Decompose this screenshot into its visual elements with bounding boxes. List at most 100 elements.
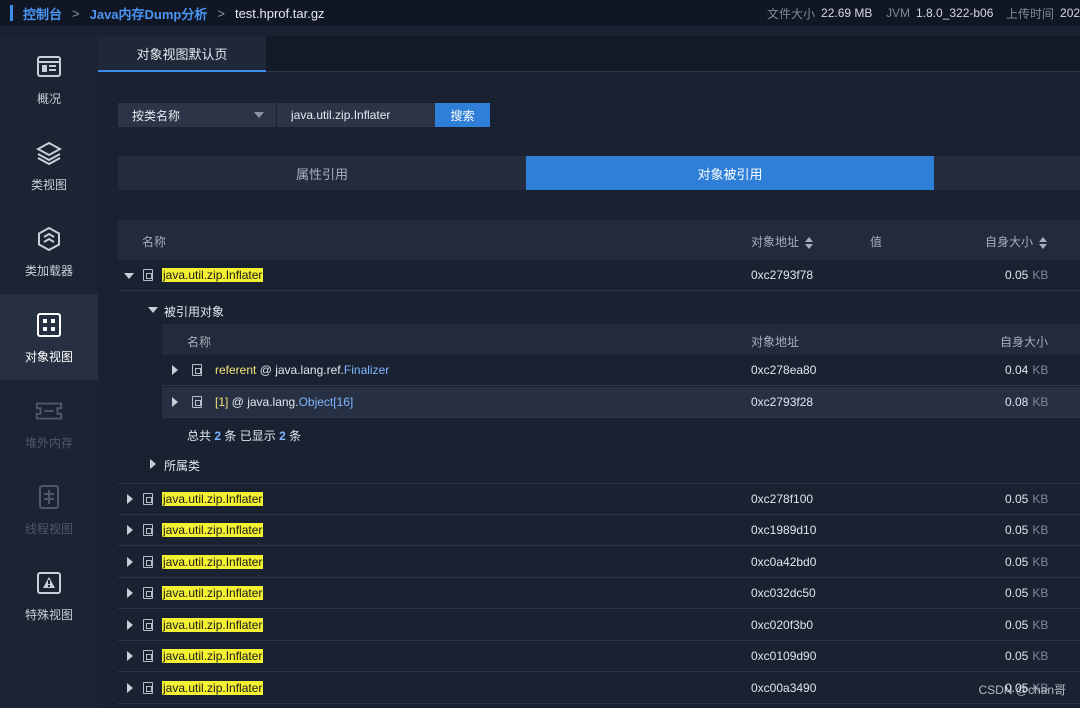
object-address: 0xc00a3490 [751,681,817,695]
object-address: 0xc020f3b0 [751,618,814,632]
size-unit: KB [1032,586,1049,600]
table-row[interactable]: java.util.zip.Inflater 0xc1989d10 0.05 KB [118,515,1080,546]
class-section-label[interactable]: 所属类 [164,457,200,474]
object-size-value: 0.05 [1005,523,1029,537]
size-unit: KB [1032,492,1049,506]
search-button[interactable]: 搜索 [435,103,490,127]
sort-icon[interactable] [805,236,814,249]
object-size: 0.05 KB [1005,618,1048,632]
expand-arrow-icon[interactable] [172,365,178,375]
reference-mode-switch: 属性引用 对象被引用 [118,156,1080,190]
summary-mid: 条 已显示 [224,429,276,443]
referrers-section-label[interactable]: 被引用对象 [164,303,224,320]
object-icon [143,556,153,568]
referrer-row[interactable]: referent @ java.lang.ref.Finalizer 0xc27… [162,355,1080,386]
sort-icon[interactable] [1039,236,1048,249]
tab-outgoing-references[interactable]: 属性引用 [118,156,526,190]
object-size-value: 0.05 [1005,268,1029,282]
object-class-name[interactable]: java.util.zip.Inflater [162,268,264,282]
expand-arrow-icon[interactable] [127,494,133,504]
referrer-row[interactable]: [1] @ java.lang.Object[16] 0xc2793f28 0.… [162,387,1080,418]
table-row[interactable]: java.util.zip.Inflater 0xc032dc50 0.05 KB [118,578,1080,609]
referrer-class: Finalizer [343,363,390,377]
size-unit: KB [1032,523,1049,537]
table-row[interactable]: java.util.zip.Inflater 0xc2793f78 0.05 KB [118,260,1080,291]
object-class-name[interactable]: java.util.zip.Inflater [162,586,264,600]
size-unit: KB [1032,268,1049,282]
object-icon [143,682,153,694]
collapse-arrow-icon[interactable] [124,273,134,279]
table-row[interactable]: java.util.zip.Inflater 0xc020f3b0 0.05 KB [118,610,1080,641]
table-row[interactable]: java.util.zip.Inflater 0xc00a3490 0.05 KB [118,673,1080,704]
offheap-icon [34,396,64,426]
expand-arrow-icon[interactable] [127,651,133,661]
column-header-address[interactable]: 对象地址 [751,233,814,250]
summary-shown: 2 [279,429,286,443]
column-header-size[interactable]: 自身大小 [985,233,1048,250]
object-class-name[interactable]: java.util.zip.Inflater [162,681,264,695]
referrer-name[interactable]: [1] @ java.lang.Object[16] [215,395,353,409]
object-icon [192,396,202,408]
object-size: 0.05 KB [1005,555,1048,569]
upload-value: 2022 [1060,6,1080,20]
referrer-field: referent [215,363,257,377]
referrers-table-header: 名称 对象地址 自身大小 [162,324,1080,355]
breadcrumb-separator: > [72,5,80,21]
classloader-icon [34,224,64,254]
object-class-name[interactable]: java.util.zip.Inflater [162,492,264,506]
column-header-name: 名称 [187,335,212,349]
sidebar-item-label: 对象视图 [24,349,73,364]
search-input[interactable] [277,103,435,127]
search-type-select[interactable]: 按类名称 [118,103,276,127]
object-grid-icon [34,310,64,340]
table-row[interactable]: java.util.zip.Inflater 0xc278f100 0.05 KB [118,484,1080,515]
column-header-name: 名称 [142,235,167,249]
breadcrumb-console[interactable]: 控制台 [23,4,62,23]
sidebar-item-label: 概况 [36,91,61,106]
object-class-name[interactable]: java.util.zip.Inflater [162,555,264,569]
expand-arrow-icon[interactable] [127,588,133,598]
object-size: 0.05 KB [1005,523,1048,537]
jvm-label: JVM [886,6,910,20]
tab-object-view-default[interactable]: 对象视图默认页 [98,36,266,72]
object-size-value: 0.05 [1005,555,1029,569]
size-unit: KB [1032,555,1049,569]
referrer-name[interactable]: referent @ java.lang.ref.Finalizer [215,363,389,377]
summary-prefix: 总共 [187,429,212,443]
tab-incoming-references[interactable]: 对象被引用 [526,156,934,190]
expand-arrow-icon[interactable] [127,683,133,693]
object-class-name[interactable]: java.util.zip.Inflater [162,618,264,632]
referrer-size: 0.04 KB [1005,363,1048,377]
object-size-value: 0.05 [1005,586,1029,600]
expand-arrow-icon[interactable] [150,459,156,469]
sidebar-item-class-view[interactable]: 类视图 [0,122,98,208]
sidebar-item-overview[interactable]: 概况 [0,36,98,122]
file-size-label: 文件大小 [767,6,816,21]
sidebar-item-label: 堆外内存 [24,435,73,450]
table-row[interactable]: java.util.zip.Inflater 0xc0a42bd0 0.05 KB [118,547,1080,578]
expand-arrow-icon[interactable] [127,525,133,535]
object-size-value: 0.05 [1005,492,1029,506]
sidebar-item-label: 线程视图 [24,521,73,536]
breadcrumb-java-dump[interactable]: Java内存Dump分析 [90,4,208,23]
sidebar-item-object-view[interactable]: 对象视图 [0,294,98,380]
object-class-name[interactable]: java.util.zip.Inflater [162,523,264,537]
chevron-down-icon [254,112,264,118]
size-unit: KB [1032,395,1049,409]
breadcrumb-current-file: test.hprof.tar.gz [234,5,325,21]
referrer-address: 0xc278ea80 [751,363,817,377]
sidebar-item-offheap: 堆外内存 [0,380,98,466]
expand-arrow-icon[interactable] [127,557,133,567]
collapse-arrow-icon[interactable] [148,307,158,313]
expand-arrow-icon[interactable] [172,397,178,407]
sidebar-item-classloader[interactable]: 类加载器 [0,208,98,294]
size-unit: KB [1032,363,1049,377]
object-address: 0xc0109d90 [751,649,817,663]
sidebar: 概况 类视图 类加载器 对象视图 堆外内存 线程视图 特殊视图 [0,36,98,708]
object-icon [143,524,153,536]
sidebar-item-special-view[interactable]: 特殊视图 [0,552,98,638]
table-row[interactable]: java.util.zip.Inflater 0xc0109d90 0.05 KB [118,641,1080,672]
expand-arrow-icon[interactable] [127,620,133,630]
object-size: 0.05 KB [1005,649,1048,663]
object-class-name[interactable]: java.util.zip.Inflater [162,649,264,663]
